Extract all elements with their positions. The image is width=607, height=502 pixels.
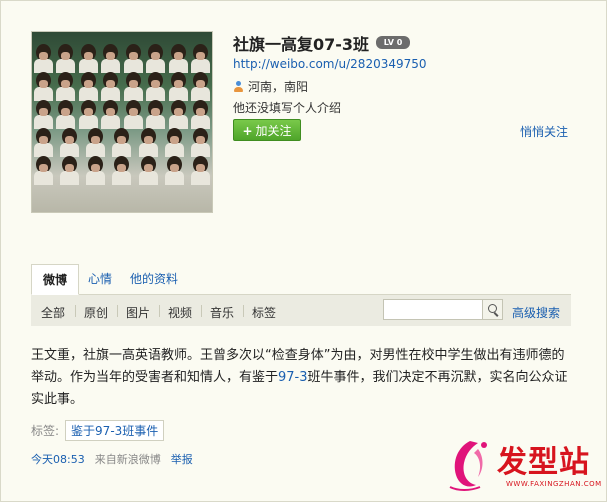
profile-location: 河南，南阳: [233, 78, 308, 95]
post-source: 来自新浪微博: [94, 453, 161, 466]
watermark-logo-icon: [449, 441, 487, 491]
divider: [243, 305, 244, 317]
filter-images[interactable]: 图片: [126, 304, 150, 321]
tags-label: 标签:: [31, 424, 60, 438]
level-badge[interactable]: LV 0: [376, 36, 410, 49]
search-icon: [488, 304, 497, 313]
photo-people-row: [34, 44, 210, 73]
tag-chip[interactable]: 鉴于97-3班事件: [65, 420, 165, 441]
person-icon: [233, 80, 244, 93]
plus-icon: +: [242, 124, 253, 138]
follow-label: 加关注: [255, 124, 292, 138]
search-input[interactable]: [383, 299, 483, 320]
search-icon-handle: [493, 312, 499, 317]
location-text: 河南，南阳: [248, 80, 309, 94]
post-text: 王文重，社旗一高英语教师。王曾多次以“检查身体”为由，对男性在校中学生做出有违师…: [31, 345, 571, 411]
post-meta: 今天08:53 来自新浪微博 举报: [31, 451, 193, 467]
search-button[interactable]: [482, 299, 503, 320]
photo-people-row: [34, 72, 210, 101]
quiet-follow-link[interactable]: 悄悄关注: [520, 123, 568, 140]
report-link[interactable]: 举报: [171, 451, 193, 467]
divider: [201, 305, 202, 317]
filter-bar: 全部 原创 图片 视频 音乐 标签 高级搜索: [31, 295, 571, 326]
divider: [117, 305, 118, 317]
watermark-text: 发型站: [497, 445, 590, 480]
tab-weibo[interactable]: 微博: [31, 264, 80, 295]
filter-tags[interactable]: 标签: [252, 304, 276, 321]
tab-mood[interactable]: 心情: [88, 264, 112, 294]
profile-name: 社旗一高复07-3班: [233, 35, 370, 54]
filter-music[interactable]: 音乐: [210, 304, 234, 321]
profile-tabs: 微博 心情 他的资料: [31, 264, 571, 295]
post-tags: 标签: 鉴于97-3班事件: [31, 420, 165, 441]
post-time-link[interactable]: 今天08:53: [31, 451, 85, 467]
photo-people-row: [34, 100, 210, 129]
photo-people-row: [34, 128, 210, 157]
profile-bio: 他还没填写个人介绍: [233, 101, 342, 115]
profile-url-link[interactable]: http://weibo.com/u/2820349750: [233, 57, 427, 71]
photo-people-row: [34, 156, 210, 185]
follow-button[interactable]: + 加关注: [233, 119, 301, 141]
tab-profile-info[interactable]: 他的资料: [130, 264, 178, 294]
divider: [75, 305, 76, 317]
advanced-search-link[interactable]: 高级搜索: [512, 304, 560, 321]
watermark-url: WWW.FAXINGZHAN.COM: [506, 480, 602, 488]
post-link-97-3[interactable]: 97-3: [278, 370, 308, 385]
profile-photo[interactable]: [31, 31, 213, 213]
divider: [159, 305, 160, 317]
filter-original[interactable]: 原创: [84, 304, 108, 321]
filter-videos[interactable]: 视频: [168, 304, 192, 321]
filter-all[interactable]: 全部: [41, 304, 65, 321]
